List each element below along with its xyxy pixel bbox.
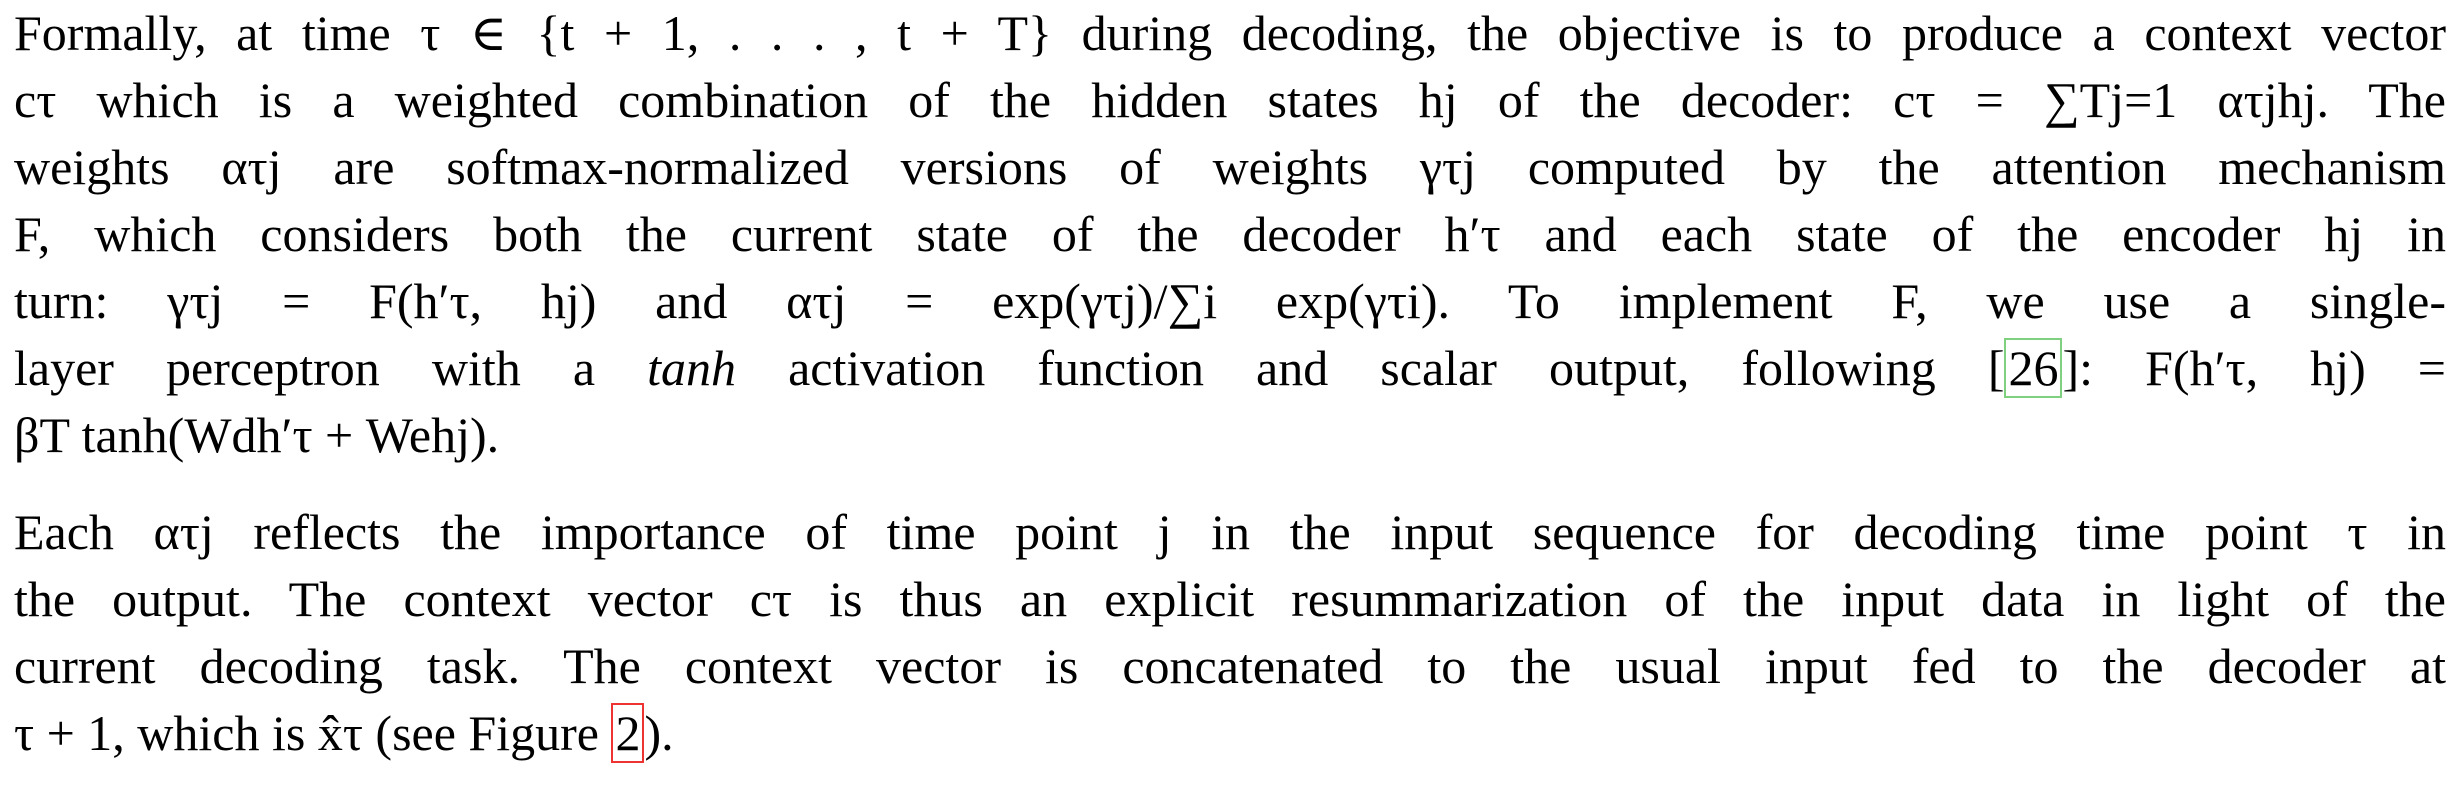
- citation-link[interactable]: 26: [2004, 338, 2063, 398]
- text-segment: ]: F(h′τ, hj) =: [2062, 340, 2446, 396]
- text-line: turn: γτj = F(h′τ, hj) and ατj = exp(γτj…: [14, 273, 2446, 329]
- text-line-with-figure-ref: τ + 1, which is x̂τ (see Figure 2).: [14, 700, 2446, 767]
- text-line: βT tanh(Wdh′τ + Wehj).: [14, 407, 500, 463]
- figure-ref-link[interactable]: 2: [611, 703, 645, 763]
- text-line: weights ατj are softmax-normalized versi…: [14, 139, 2446, 195]
- text-line: Each ατj reflects the importance of time…: [14, 504, 2446, 560]
- paper-page: Formally, at time τ ∈ {t + 1, . . . , t …: [14, 0, 2446, 767]
- text-segment: layer perceptron with a: [14, 340, 648, 396]
- text-line: current decoding task. The context vecto…: [14, 638, 2446, 694]
- text-line: the output. The context vector cτ is thu…: [14, 571, 2446, 627]
- text-line-with-citation: layer perceptron with a tanh activation …: [14, 335, 2446, 402]
- text-segment: τ + 1, which is x̂τ (see Figure: [14, 705, 612, 761]
- text-line: cτ which is a weighted combination of th…: [14, 72, 2446, 128]
- text-line: F, which considers both the current stat…: [14, 206, 2446, 262]
- emphasis-tanh: tanh: [647, 340, 737, 396]
- paragraph-context-vector: Each ατj reflects the importance of time…: [14, 499, 2446, 767]
- text-segment: ).: [644, 705, 674, 761]
- paragraph-attention-definition: Formally, at time τ ∈ {t + 1, . . . , t …: [14, 0, 2446, 469]
- text-segment: activation function and scalar output, f…: [736, 340, 2005, 396]
- text-line: Formally, at time τ ∈ {t + 1, . . . , t …: [14, 5, 2446, 61]
